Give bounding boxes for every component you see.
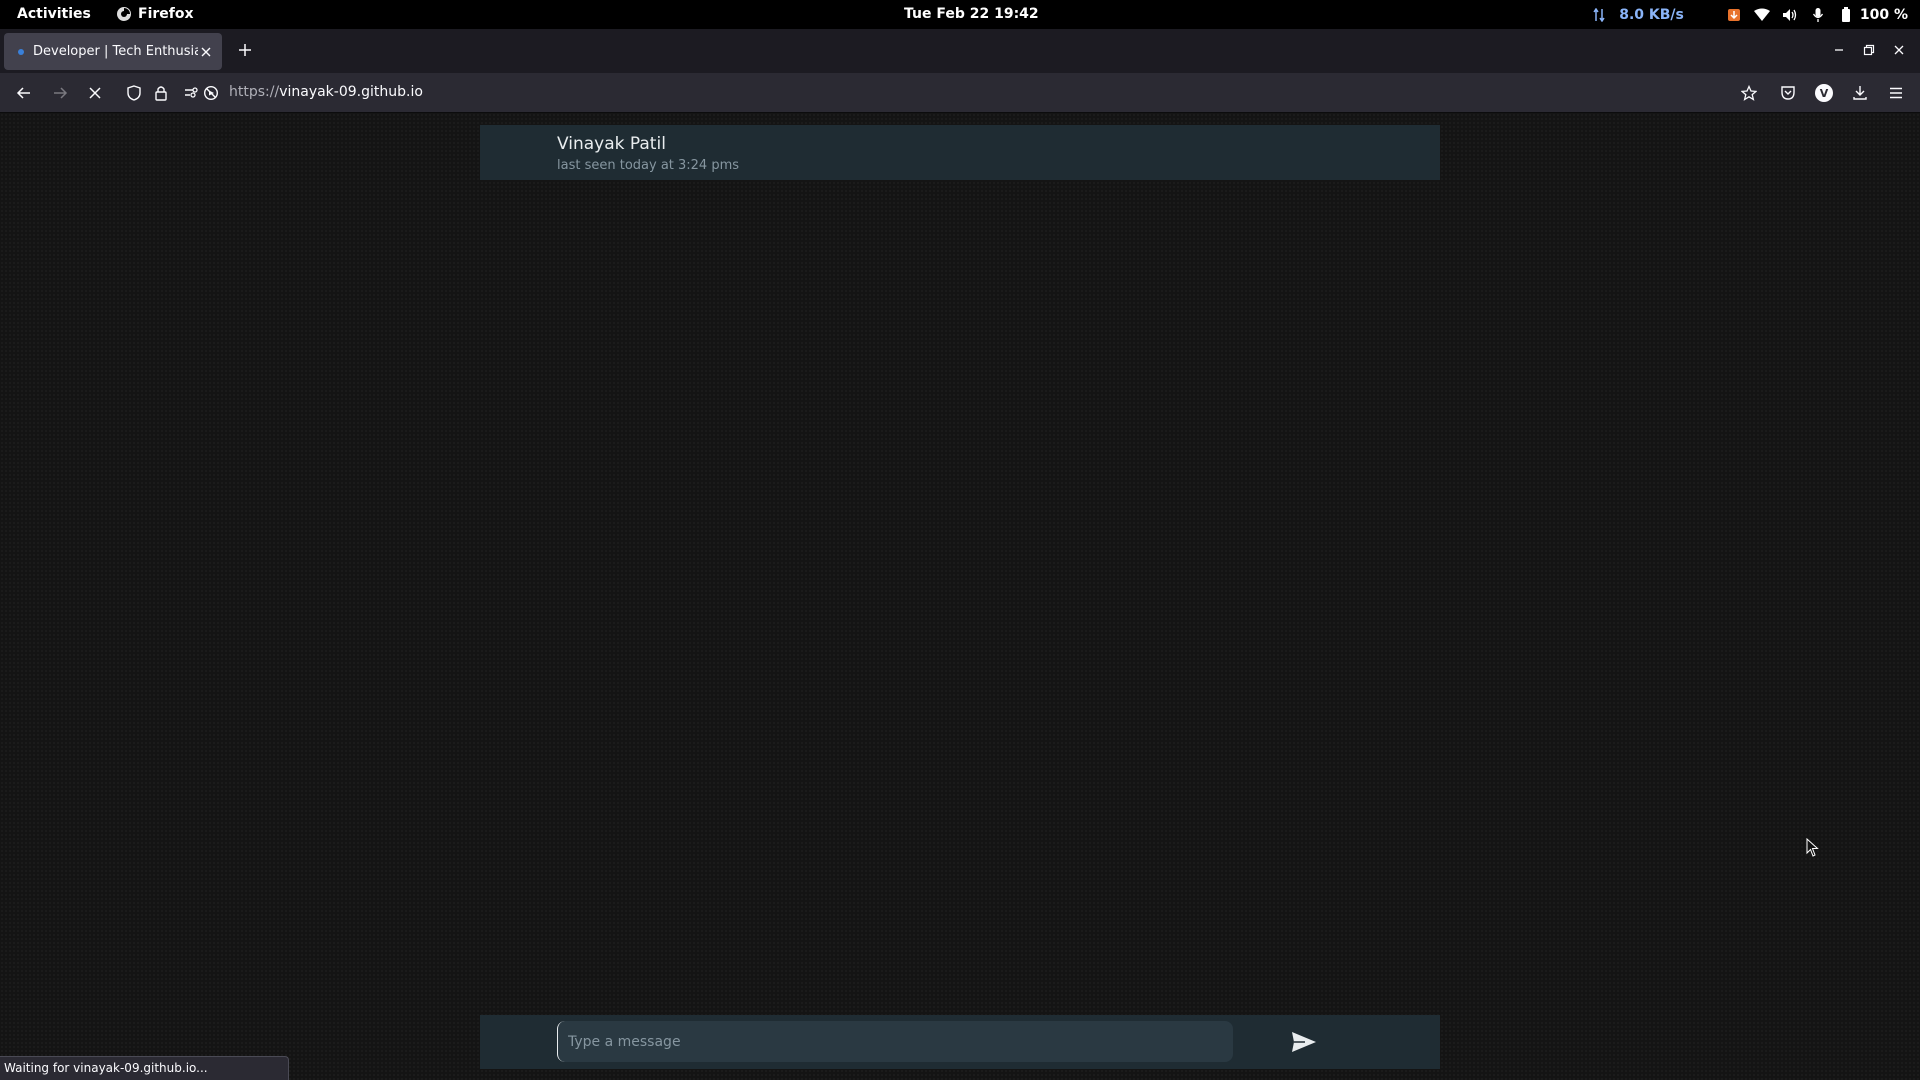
- tab-developer-tech-enthusiast[interactable]: Developer | Tech Enthusiast: [4, 33, 222, 70]
- battery-percent: 100 %: [1859, 7, 1908, 23]
- account-button[interactable]: V: [1812, 81, 1836, 105]
- bookmark-star-button[interactable]: [1737, 81, 1761, 105]
- send-button[interactable]: [1290, 1028, 1318, 1056]
- minimize-window-icon[interactable]: [1829, 40, 1849, 60]
- wifi-icon: [1753, 7, 1770, 23]
- loading-status-bar: Waiting for vinayak-09.github.io...: [0, 1056, 289, 1080]
- chat-header[interactable]: Vinayak Patil last seen today at 3:24 pm…: [480, 125, 1440, 180]
- restore-window-icon[interactable]: [1859, 40, 1879, 60]
- clock[interactable]: Tue Feb 22 19:42: [904, 6, 1039, 22]
- message-input[interactable]: [557, 1021, 1233, 1062]
- mouse-cursor-icon: [1806, 838, 1820, 858]
- battery-indicator: 100 %: [1838, 7, 1908, 23]
- stop-loading-button[interactable]: [83, 81, 107, 105]
- app-menu-button[interactable]: [1884, 81, 1908, 105]
- network-speed-indicator: 8.0 KB/s: [1591, 7, 1684, 23]
- forward-button[interactable]: [48, 81, 72, 105]
- back-arrow-icon: [16, 87, 30, 99]
- microphone-icon: [1810, 7, 1826, 23]
- net-speed-value: 8.0 KB/s: [1619, 7, 1684, 23]
- tab-strip: Developer | Tech Enthusiast: [0, 29, 1920, 73]
- web-page-content: Vinayak Patil last seen today at 3:24 pm…: [0, 113, 1920, 1080]
- url-protocol: https://: [229, 84, 280, 100]
- message-composer: [480, 1015, 1440, 1069]
- address-bar[interactable]: https://vinayak-09.github.io: [120, 77, 1730, 109]
- tab-title: Developer | Tech Enthusiast: [33, 44, 198, 59]
- close-window-icon[interactable]: [1889, 40, 1909, 60]
- send-icon: [1292, 1032, 1316, 1052]
- last-seen-status: last seen today at 3:24 pms: [557, 158, 740, 173]
- pocket-icon: [1781, 86, 1795, 100]
- close-tab-icon[interactable]: [198, 44, 214, 60]
- lock-icon[interactable]: [153, 85, 169, 101]
- hamburger-menu-icon: [1890, 87, 1902, 99]
- firefox-icon: [116, 6, 132, 22]
- loading-favicon-icon: [18, 48, 24, 55]
- app-name: Firefox: [138, 6, 194, 22]
- back-button[interactable]: [12, 81, 36, 105]
- tracking-protection-shield-icon[interactable]: [126, 85, 142, 101]
- downloads-button[interactable]: [1848, 81, 1872, 105]
- update-notifier-icon: [1726, 7, 1742, 23]
- forward-arrow-icon: [54, 87, 68, 99]
- new-tab-button[interactable]: [234, 39, 256, 61]
- app-menu[interactable]: Firefox: [116, 6, 194, 22]
- activities-button[interactable]: Activities: [17, 6, 91, 22]
- pocket-button[interactable]: [1776, 81, 1800, 105]
- star-icon: [1741, 85, 1757, 101]
- battery-icon: [1838, 7, 1854, 23]
- contact-name: Vinayak Patil: [557, 134, 666, 154]
- autoplay-blocked-icon[interactable]: [203, 85, 219, 101]
- volume-icon: [1782, 7, 1798, 23]
- url-host: vinayak-09.github.io: [279, 84, 423, 100]
- url-text[interactable]: https://vinayak-09.github.io: [229, 84, 423, 100]
- up-down-arrows-icon: [1591, 7, 1607, 23]
- stop-icon: [89, 87, 101, 99]
- system-top-bar: Activities Firefox Tue Feb 22 19:42 8.0 …: [0, 0, 1920, 29]
- navigation-toolbar: https://vinayak-09.github.io V: [0, 73, 1920, 113]
- account-avatar-icon: V: [1815, 84, 1833, 102]
- system-tray[interactable]: 8.0 KB/s 100 %: [1591, 4, 1908, 26]
- download-icon: [1853, 86, 1867, 100]
- permissions-icon[interactable]: [183, 85, 199, 101]
